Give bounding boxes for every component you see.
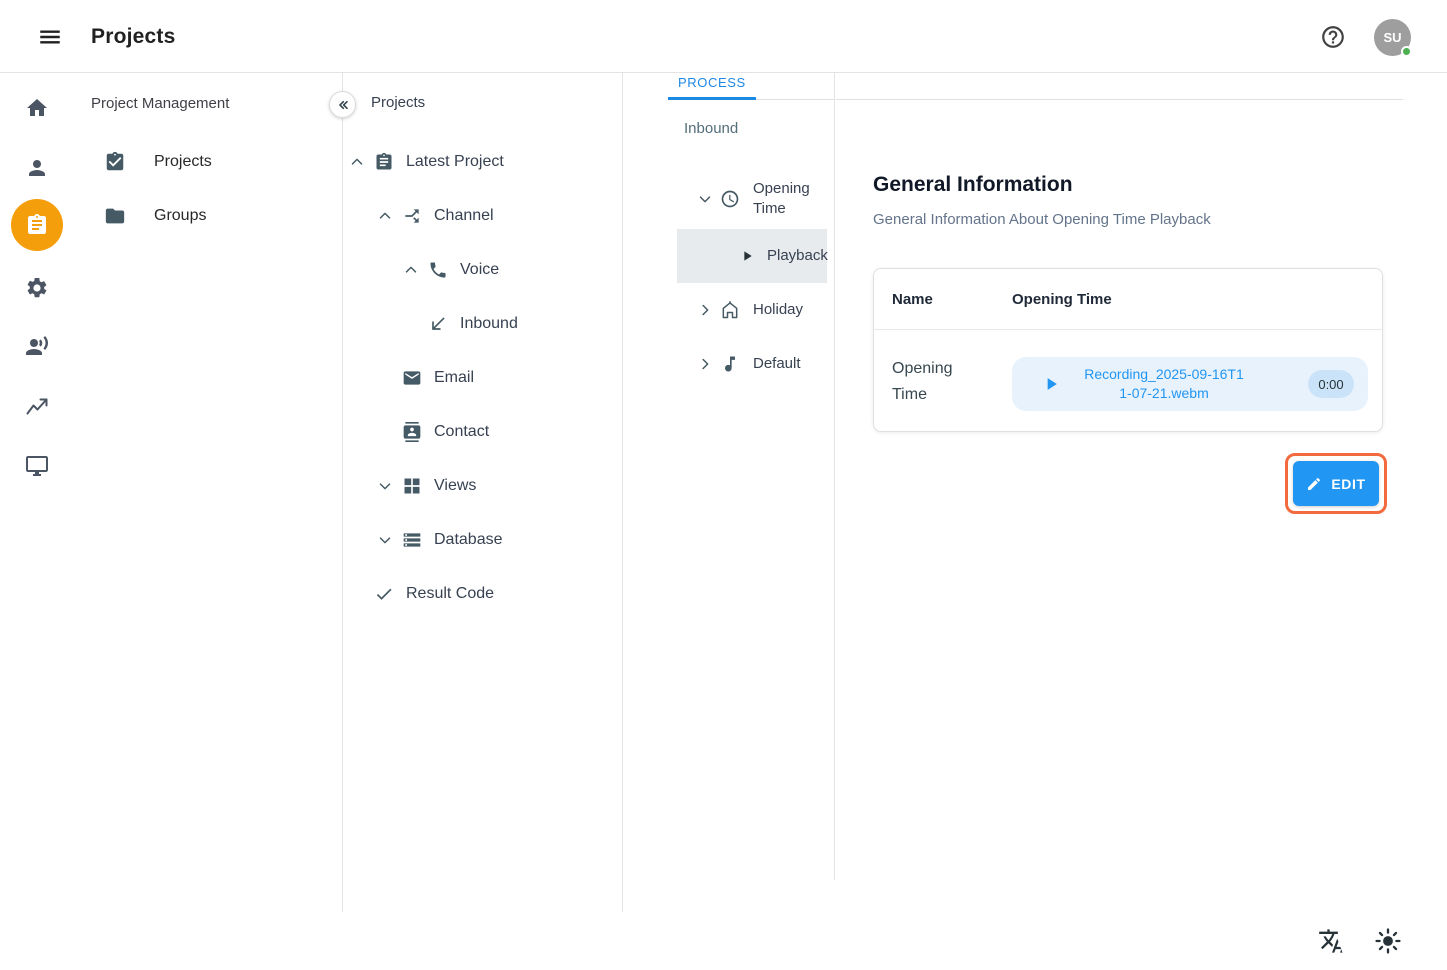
tree-item-label: Channel [434, 207, 494, 225]
phone-icon [428, 260, 448, 280]
project-tree: Latest Project Channel Voice Inbound Ema… [343, 135, 622, 621]
tree-item-label: Email [434, 369, 474, 387]
tree-item-views[interactable]: Views [343, 459, 622, 513]
play-icon [737, 246, 757, 266]
duration-badge: 0:00 [1308, 370, 1354, 398]
process-item-playback[interactable]: Playback [677, 229, 827, 283]
tree-item-latest-project[interactable]: Latest Project [343, 135, 622, 189]
process-panel: PROCESS Inbound Opening Time Playback Ho… [623, 73, 835, 880]
active-rail-highlight [11, 199, 63, 251]
row-label-opening-time: Opening Time [892, 330, 976, 433]
tree-item-channel[interactable]: Channel [343, 189, 622, 243]
grid-icon [402, 476, 422, 496]
database-icon [402, 530, 422, 550]
chevron-double-left-icon [335, 97, 351, 113]
top-bar: Projects SU [0, 0, 1447, 73]
tree-item-label: Voice [460, 261, 499, 279]
chevron-down-icon[interactable] [376, 531, 394, 549]
column-header-opening-time: Opening Time [1012, 269, 1112, 330]
rail-settings-icon[interactable] [0, 264, 73, 312]
sidebar-item-groups[interactable]: Groups [73, 189, 342, 243]
tree-item-result-code[interactable]: Result Code [343, 567, 622, 621]
chevron-up-icon[interactable] [376, 207, 394, 225]
clipboard-icon [374, 152, 394, 172]
chevron-right-icon[interactable] [696, 301, 714, 319]
tree-item-label: Contact [434, 423, 489, 441]
channel-split-icon [402, 206, 422, 226]
process-item-label: Opening Time [753, 179, 819, 219]
column-header-name: Name [892, 269, 933, 330]
tree-item-database[interactable]: Database [343, 513, 622, 567]
pencil-icon [1306, 476, 1322, 492]
avatar[interactable]: SU [1374, 19, 1411, 56]
process-item-label: Playback [767, 246, 828, 266]
tree-panel-title: Projects [371, 94, 425, 111]
recording-file-link[interactable]: Recording_2025-09-16T11-07-21.webm [1084, 365, 1244, 403]
checkmark-icon [374, 584, 394, 604]
edit-button-label: EDIT [1331, 476, 1365, 492]
tree-item-inbound[interactable]: Inbound [343, 297, 622, 351]
rail-monitor-icon[interactable] [0, 442, 73, 490]
project-management-nav: Project Management Projects Groups [73, 73, 343, 912]
rail-users-icon[interactable] [0, 144, 73, 192]
process-item-label: Holiday [753, 300, 803, 320]
process-section-label: Inbound [684, 120, 738, 137]
tree-item-contact[interactable]: Contact [343, 405, 622, 459]
envelope-icon [402, 368, 422, 388]
rail-analytics-icon[interactable] [0, 383, 73, 431]
chevron-up-icon[interactable] [402, 261, 420, 279]
help-icon[interactable] [1320, 24, 1346, 50]
main-content: General Information General Information … [836, 73, 1447, 970]
page-title: Projects [91, 0, 175, 73]
contact-card-icon [402, 422, 422, 442]
brightness-icon[interactable] [1374, 927, 1402, 955]
process-tabs: PROCESS [668, 73, 834, 100]
tree-item-label: Result Code [406, 585, 494, 603]
rail-voice-agent-icon[interactable] [0, 322, 73, 370]
rail-projects-icon[interactable] [0, 201, 73, 249]
folder-icon [104, 205, 126, 227]
tree-item-label: Database [434, 531, 503, 549]
edit-button[interactable]: EDIT [1293, 461, 1379, 506]
hamburger-menu-icon[interactable] [36, 24, 64, 50]
icon-rail [0, 73, 73, 970]
online-status-dot [1401, 46, 1412, 57]
clipboard-check-icon [104, 151, 126, 173]
avatar-initials: SU [1383, 30, 1401, 45]
process-item-default[interactable]: Default [623, 337, 834, 391]
rail-home-icon[interactable] [0, 84, 73, 132]
chevron-down-icon[interactable] [696, 190, 714, 208]
call-received-icon [428, 314, 448, 334]
chevron-down-icon[interactable] [376, 477, 394, 495]
project-tree-panel: Projects Latest Project Channel Voice In… [343, 73, 623, 912]
process-item-opening-time[interactable]: Opening Time [623, 169, 834, 229]
edit-button-highlight-ring: EDIT [1285, 453, 1387, 514]
tree-item-email[interactable]: Email [343, 351, 622, 405]
chevron-right-icon[interactable] [696, 355, 714, 373]
music-note-icon [720, 354, 740, 374]
process-item-label: Default [753, 354, 801, 374]
tree-item-label: Views [434, 477, 476, 495]
collapse-panel-button[interactable] [329, 91, 356, 118]
tree-item-label: Latest Project [406, 153, 504, 171]
translate-icon[interactable] [1318, 927, 1346, 955]
play-button[interactable] [1040, 373, 1062, 395]
audio-player: Recording_2025-09-16T11-07-21.webm 0:00 [1012, 357, 1368, 411]
clock-icon [720, 189, 740, 209]
tree-item-voice[interactable]: Voice [343, 243, 622, 297]
app-window: Projects SU [0, 0, 1447, 970]
sidebar-item-projects[interactable]: Projects [73, 135, 342, 189]
tree-item-label: Inbound [460, 315, 518, 333]
tab-row-divider [836, 73, 1403, 100]
general-information-card: Name Opening Time Opening Time Recording… [873, 268, 1383, 432]
content-title: General Information [873, 173, 1073, 197]
holiday-home-icon [720, 300, 740, 320]
chevron-up-icon[interactable] [348, 153, 366, 171]
nav-section-title: Project Management [91, 95, 229, 112]
content-subtitle: General Information About Opening Time P… [873, 211, 1211, 228]
sidebar-item-label: Projects [154, 153, 212, 171]
card-header-row: Name Opening Time [874, 269, 1382, 330]
process-item-holiday[interactable]: Holiday [623, 283, 834, 337]
sidebar-item-label: Groups [154, 207, 206, 225]
